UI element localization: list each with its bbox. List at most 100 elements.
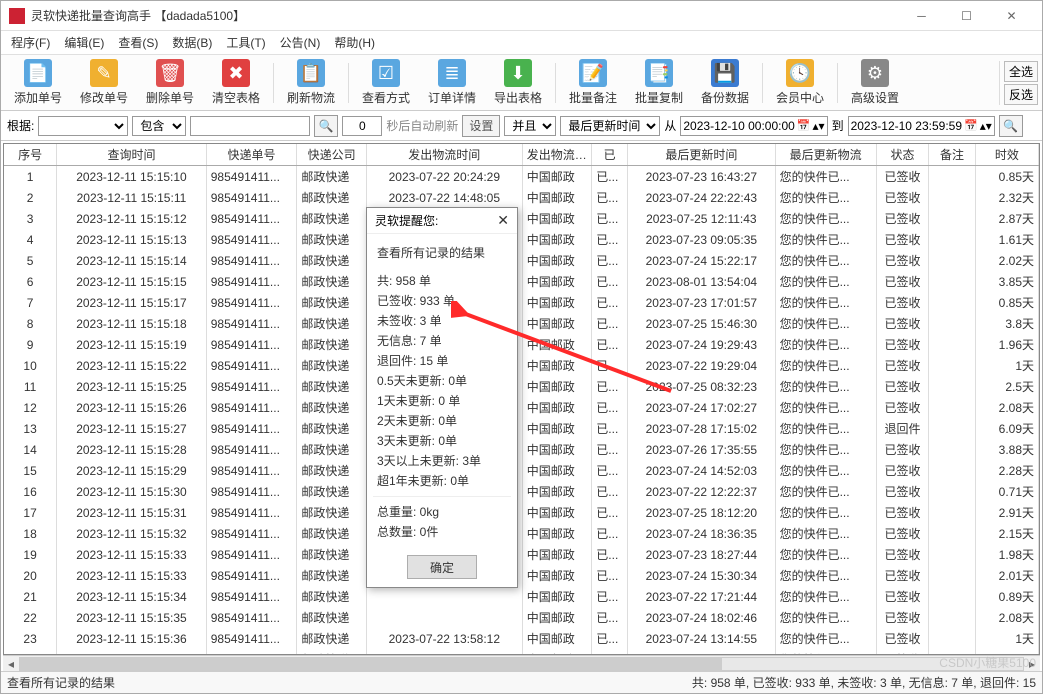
toolbar-icon: 📑 bbox=[645, 59, 673, 87]
toolbar-批量备注[interactable]: 📝批量备注 bbox=[560, 57, 626, 109]
data-table[interactable]: 序号查询时间快递单号快递公司发出物流时间发出物流信息已最后更新时间最后更新物流状… bbox=[4, 144, 1039, 655]
seconds-input[interactable] bbox=[342, 116, 382, 136]
toolbar-修改单号[interactable]: ✎修改单号 bbox=[71, 57, 137, 109]
column-header[interactable]: 最后更新时间 bbox=[628, 144, 775, 166]
scroll-left-icon[interactable]: ◂ bbox=[3, 657, 19, 671]
toolbar-会员中心[interactable]: 🕓会员中心 bbox=[767, 57, 833, 109]
cell: 邮政快递 bbox=[297, 355, 367, 376]
table-row[interactable]: 122023-12-11 15:15:26985491411...邮政快递中国邮… bbox=[4, 397, 1039, 418]
table-row[interactable]: 82023-12-11 15:15:18985491411...邮政快递中国邮政… bbox=[4, 313, 1039, 334]
and-or-select[interactable]: 并且 ▾ bbox=[504, 116, 556, 136]
column-header[interactable]: 发出物流信息 bbox=[522, 144, 592, 166]
table-row[interactable]: 162023-12-11 15:15:30985491411...邮政快递中国邮… bbox=[4, 481, 1039, 502]
menu-item[interactable]: 数据(B) bbox=[166, 32, 218, 53]
toolbar-批量复制[interactable]: 📑批量复制 bbox=[626, 57, 692, 109]
cell: 2023-07-25 18:12:20 bbox=[628, 502, 775, 523]
cell: 2023-12-11 15:15:12 bbox=[57, 208, 207, 229]
cell: 中国邮政 bbox=[522, 418, 592, 439]
column-header[interactable]: 最后更新物流 bbox=[775, 144, 876, 166]
select-all-button[interactable]: 全选 bbox=[1004, 61, 1038, 82]
toolbar-订单详情[interactable]: ≣订单详情 bbox=[419, 57, 485, 109]
table-row[interactable]: 202023-12-11 15:15:33985491411...邮政快递中国邮… bbox=[4, 565, 1039, 586]
table-row[interactable]: 222023-12-11 15:15:35985491411...邮政快递中国邮… bbox=[4, 607, 1039, 628]
filter-search-button[interactable]: 🔍 bbox=[999, 115, 1023, 137]
table-row[interactable]: 192023-12-11 15:15:33985491411...邮政快递中国邮… bbox=[4, 544, 1039, 565]
table-row[interactable]: 72023-12-11 15:15:17985491411...邮政快递中国邮政… bbox=[4, 292, 1039, 313]
column-header[interactable]: 快递公司 bbox=[297, 144, 367, 166]
toolbar-查看方式[interactable]: ☑查看方式 bbox=[353, 57, 419, 109]
column-header[interactable]: 发出物流时间 bbox=[366, 144, 522, 166]
cell: 0.85天 bbox=[975, 292, 1038, 313]
table-row[interactable]: 32023-12-11 15:15:12985491411...邮政快递中国邮政… bbox=[4, 208, 1039, 229]
cell: 14 bbox=[4, 439, 57, 460]
window-title: 灵软快递批量查询高手 【dadada5100】 bbox=[31, 7, 899, 24]
time-field-select[interactable]: 最后更新时间 bbox=[560, 116, 660, 136]
toolbar-添加单号[interactable]: 📄添加单号 bbox=[5, 57, 71, 109]
table-row[interactable]: 182023-12-11 15:15:32985491411...邮政快递中国邮… bbox=[4, 523, 1039, 544]
table-row[interactable]: 132023-12-11 15:15:27985491411...邮政快递中国邮… bbox=[4, 418, 1039, 439]
table-row[interactable]: 112023-12-11 15:15:25985491411...邮政快递中国邮… bbox=[4, 376, 1039, 397]
from-datetime[interactable]: 2023-12-10 00:00:00📅▴▾ bbox=[680, 116, 827, 136]
dialog-close-button[interactable]: ✕ bbox=[497, 212, 509, 229]
table-row[interactable]: 142023-12-11 15:15:28985491411...邮政快递中国邮… bbox=[4, 439, 1039, 460]
search-button[interactable]: 🔍 bbox=[314, 115, 338, 137]
column-header[interactable]: 备注 bbox=[929, 144, 975, 166]
dialog-line: 3天以上未更新: 3单 bbox=[377, 452, 507, 470]
menu-item[interactable]: 公告(N) bbox=[274, 32, 327, 53]
table-row[interactable]: 172023-12-11 15:15:31985491411...邮政快递中国邮… bbox=[4, 502, 1039, 523]
cell: 2023-12-11 15:15:14 bbox=[57, 250, 207, 271]
cell: 您的快件已... bbox=[775, 586, 876, 607]
dialog-ok-button[interactable]: 确定 bbox=[407, 555, 477, 579]
table-row[interactable]: 212023-12-11 15:15:34985491411...邮政快递中国邮… bbox=[4, 586, 1039, 607]
menu-item[interactable]: 工具(T) bbox=[220, 32, 271, 53]
table-row[interactable]: 232023-12-11 15:15:36985491411...邮政快递202… bbox=[4, 628, 1039, 649]
table-row[interactable]: 22023-12-11 15:15:11985491411...邮政快递2023… bbox=[4, 187, 1039, 208]
cell: 已签收 bbox=[876, 502, 929, 523]
menu-item[interactable]: 程序(F) bbox=[5, 32, 56, 53]
cell: 中国邮政 bbox=[522, 187, 592, 208]
maximize-button[interactable]: ☐ bbox=[944, 2, 989, 30]
cell: 985491411... bbox=[206, 376, 297, 397]
keyword-input[interactable] bbox=[190, 116, 310, 136]
horizontal-scrollbar[interactable]: ◂ ▸ bbox=[3, 655, 1040, 671]
settings-button[interactable]: 设置 bbox=[462, 115, 500, 137]
cell: 已签收 bbox=[876, 628, 929, 649]
column-header[interactable]: 序号 bbox=[4, 144, 57, 166]
cell bbox=[929, 439, 975, 460]
column-header[interactable]: 快递单号 bbox=[206, 144, 297, 166]
to-datetime[interactable]: 2023-12-10 23:59:59📅▴▾ bbox=[848, 116, 995, 136]
table-row[interactable]: 242023-12-11 15:15:37985491411...邮政快递202… bbox=[4, 649, 1039, 655]
invert-selection-button[interactable]: 反选 bbox=[1004, 84, 1038, 105]
menu-item[interactable]: 编辑(E) bbox=[58, 32, 110, 53]
toolbar-备份数据[interactable]: 💾备份数据 bbox=[692, 57, 758, 109]
column-header[interactable]: 状态 bbox=[876, 144, 929, 166]
cell: 6.09天 bbox=[975, 418, 1038, 439]
table-row[interactable]: 52023-12-11 15:15:14985491411...邮政快递中国邮政… bbox=[4, 250, 1039, 271]
column-header[interactable]: 查询时间 bbox=[57, 144, 207, 166]
watermark: CSDN小糖果5100 bbox=[939, 654, 1036, 671]
table-row[interactable]: 152023-12-11 15:15:29985491411...邮政快递中国邮… bbox=[4, 460, 1039, 481]
column-header[interactable]: 已 bbox=[592, 144, 628, 166]
cell: 邮政快递 bbox=[297, 187, 367, 208]
cell: 已签收 bbox=[876, 229, 929, 250]
table-row[interactable]: 92023-12-11 15:15:19985491411...邮政快递中国邮政… bbox=[4, 334, 1039, 355]
toolbar-导出表格[interactable]: ⬇导出表格 bbox=[485, 57, 551, 109]
table-row[interactable]: 42023-12-11 15:15:13985491411...邮政快递中国邮政… bbox=[4, 229, 1039, 250]
cell: 已签收 bbox=[876, 397, 929, 418]
table-row[interactable]: 102023-12-11 15:15:22985491411...邮政快递中国邮… bbox=[4, 355, 1039, 376]
toolbar-高级设置[interactable]: ⚙高级设置 bbox=[842, 57, 908, 109]
table-row[interactable]: 12023-12-11 15:15:10985491411...邮政快递2023… bbox=[4, 166, 1039, 188]
table-row[interactable]: 62023-12-11 15:15:15985491411...邮政快递中国邮政… bbox=[4, 271, 1039, 292]
cell: 4 bbox=[4, 229, 57, 250]
root-field-select[interactable] bbox=[38, 116, 128, 136]
column-header[interactable]: 时效 bbox=[975, 144, 1038, 166]
minimize-button[interactable]: ─ bbox=[899, 2, 944, 30]
close-button[interactable]: ✕ bbox=[989, 2, 1034, 30]
toolbar-删除单号[interactable]: 🗑删除单号 bbox=[137, 57, 203, 109]
menu-item[interactable]: 查看(S) bbox=[112, 32, 164, 53]
menu-item[interactable]: 帮助(H) bbox=[328, 32, 381, 53]
toolbar-刷新物流[interactable]: 📋刷新物流 bbox=[278, 57, 344, 109]
cell: 您的快件已... bbox=[775, 481, 876, 502]
toolbar-清空表格[interactable]: ✖清空表格 bbox=[203, 57, 269, 109]
match-mode-select[interactable]: 包含 bbox=[132, 116, 186, 136]
